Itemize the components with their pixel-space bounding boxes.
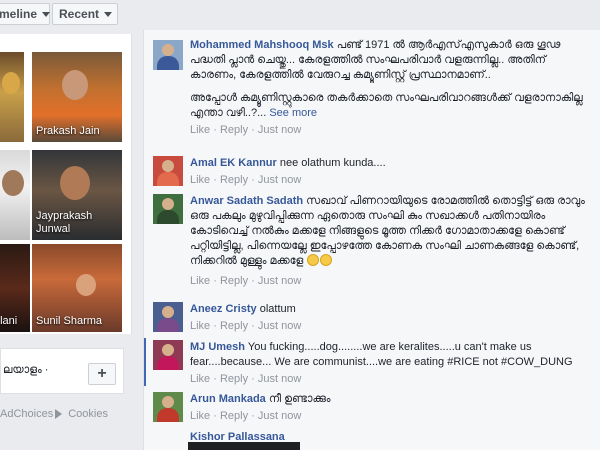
separator: ·	[251, 410, 255, 422]
adchoices-icon	[55, 409, 63, 420]
friend-photo-tile[interactable]	[0, 52, 24, 142]
reply-link[interactable]: Reply	[220, 275, 248, 287]
comments-panel: Mohammed Mahshooq Msk പണ്ട് 1971 ൽ ആർഎസ്…	[143, 30, 600, 450]
friend-name: Jayprakash Junwal	[36, 210, 93, 235]
comment-author[interactable]: Arun Mankada	[190, 393, 266, 405]
timeline-dropdown-label: meline	[0, 7, 38, 21]
friend-name: Sunil Sharma	[36, 315, 103, 327]
separator: ·	[213, 373, 217, 385]
reply-indicator	[144, 338, 146, 386]
footer-links: AdChoices Cookies	[0, 408, 130, 424]
laughing-emoji-icon	[320, 254, 333, 266]
comment-body: Mohammed Mahshooq Msk പണ്ട് 1971 ൽ ആർഎസ്…	[190, 38, 590, 137]
avatar[interactable]	[153, 156, 183, 186]
comment-body: Aneez Cristy olattum Like · Reply · Just…	[190, 302, 590, 333]
comment-author[interactable]: Amal EK Kannur	[190, 157, 277, 169]
separator: ·	[213, 174, 217, 186]
timestamp[interactable]: Just now	[258, 320, 301, 332]
chevron-down-icon	[42, 12, 51, 18]
timestamp[interactable]: Just now	[258, 124, 301, 136]
like-link[interactable]: Like	[190, 410, 210, 422]
friend-name: plani	[0, 315, 18, 327]
comment-author[interactable]: MJ Umesh	[190, 341, 245, 353]
cookies-link[interactable]: Cookies	[68, 408, 108, 420]
chevron-down-icon	[104, 12, 113, 18]
like-link[interactable]: Like	[190, 275, 210, 287]
reply-link[interactable]: Reply	[220, 410, 248, 422]
friend-photo-tile[interactable]: plani	[0, 244, 30, 332]
separator: ·	[251, 124, 255, 136]
attached-image[interactable]	[188, 442, 300, 450]
comment-author[interactable]: Aneez Cristy	[190, 303, 257, 315]
separator: ·	[213, 320, 217, 332]
separator: ·	[213, 124, 217, 136]
timestamp[interactable]: Just now	[258, 410, 301, 422]
separator: ·	[251, 320, 255, 332]
timeline-dropdown[interactable]: meline	[0, 3, 51, 25]
comment-actions: Like · Reply · Just now	[190, 123, 590, 137]
friend-photo	[62, 70, 88, 100]
comment-text: olattum	[259, 303, 296, 315]
friends-photo-grid: Prakash Jain Jayprakash Junwal plani Sun…	[0, 34, 132, 334]
avatar[interactable]	[153, 302, 183, 332]
comment-body: MJ Umesh You fucking.....dog........we a…	[190, 340, 590, 386]
comment-body: Amal EK Kannur nee olathum kunda.... Lik…	[190, 156, 590, 187]
friend-photo	[76, 274, 96, 296]
separator: ·	[251, 174, 255, 186]
comment-body: Arun Mankada നീ ഉണ്ടാക്കും Like · Reply …	[190, 392, 590, 423]
friend-photo-tile[interactable]: Jayprakash Junwal	[32, 150, 122, 240]
comment-body: Anwar Sadath Sadath സഖാവ് പിണറായിയുടെ രോ…	[190, 194, 590, 288]
separator: ·	[251, 373, 255, 385]
comment-text: You fucking.....dog........we are kerali…	[190, 341, 573, 368]
recent-dropdown[interactable]: Recent	[52, 3, 118, 25]
avatar[interactable]	[153, 194, 183, 224]
timestamp[interactable]: Just now	[258, 373, 301, 385]
comment-author[interactable]: Mohammed Mahshooq Msk	[190, 39, 334, 51]
like-link[interactable]: Like	[190, 320, 210, 332]
friend-photo-tile[interactable]: Sunil Sharma	[32, 244, 122, 332]
comment-text: നീ ഉണ്ടാക്കും	[268, 393, 331, 405]
laughing-emoji-icon	[307, 254, 320, 266]
friend-photo	[2, 72, 20, 94]
friend-name: Prakash Jain	[36, 125, 100, 137]
avatar[interactable]	[153, 40, 183, 70]
comment-text: അപ്പോൾ കമ്യൂണിസ്റ്റുകാരെ തകർക്കാതെ സംഘപര…	[190, 92, 583, 119]
friend-photo-tile[interactable]	[0, 150, 30, 240]
language-box: ലയാളം · +	[0, 348, 124, 394]
reply-link[interactable]: Reply	[220, 124, 248, 136]
separator: ·	[251, 275, 255, 287]
like-link[interactable]: Like	[190, 373, 210, 385]
see-more-link[interactable]: See more	[269, 107, 317, 119]
like-link[interactable]: Like	[190, 174, 210, 186]
comment-actions: Like · Reply · Just now	[190, 319, 590, 333]
comment-actions: Like · Reply · Just now	[190, 274, 590, 288]
separator: ·	[213, 275, 217, 287]
add-language-button[interactable]: +	[88, 363, 116, 385]
reply-link[interactable]: Reply	[220, 174, 248, 186]
comment-author[interactable]: Anwar Sadath Sadath	[190, 195, 303, 207]
avatar[interactable]	[153, 392, 183, 422]
comment-actions: Like · Reply · Just now	[190, 409, 590, 423]
timestamp[interactable]: Just now	[258, 275, 301, 287]
friend-photo	[60, 166, 90, 200]
friend-photo	[2, 170, 24, 196]
comment-actions: Like · Reply · Just now	[190, 372, 590, 386]
separator: ·	[213, 410, 217, 422]
friend-photo-tile[interactable]: Prakash Jain	[32, 52, 122, 142]
comment-text: nee olathum kunda....	[279, 157, 386, 169]
recent-dropdown-label: Recent	[59, 7, 100, 21]
like-link[interactable]: Like	[190, 124, 210, 136]
comment-actions: Like · Reply · Just now	[190, 173, 590, 187]
timestamp[interactable]: Just now	[258, 174, 301, 186]
adchoices-link[interactable]: AdChoices	[0, 408, 53, 420]
language-text[interactable]: ലയാളം ·	[3, 364, 48, 377]
reply-link[interactable]: Reply	[220, 320, 248, 332]
avatar[interactable]	[153, 340, 183, 370]
reply-link[interactable]: Reply	[220, 373, 248, 385]
feed-filter-bar: meline Recent	[0, 0, 140, 30]
